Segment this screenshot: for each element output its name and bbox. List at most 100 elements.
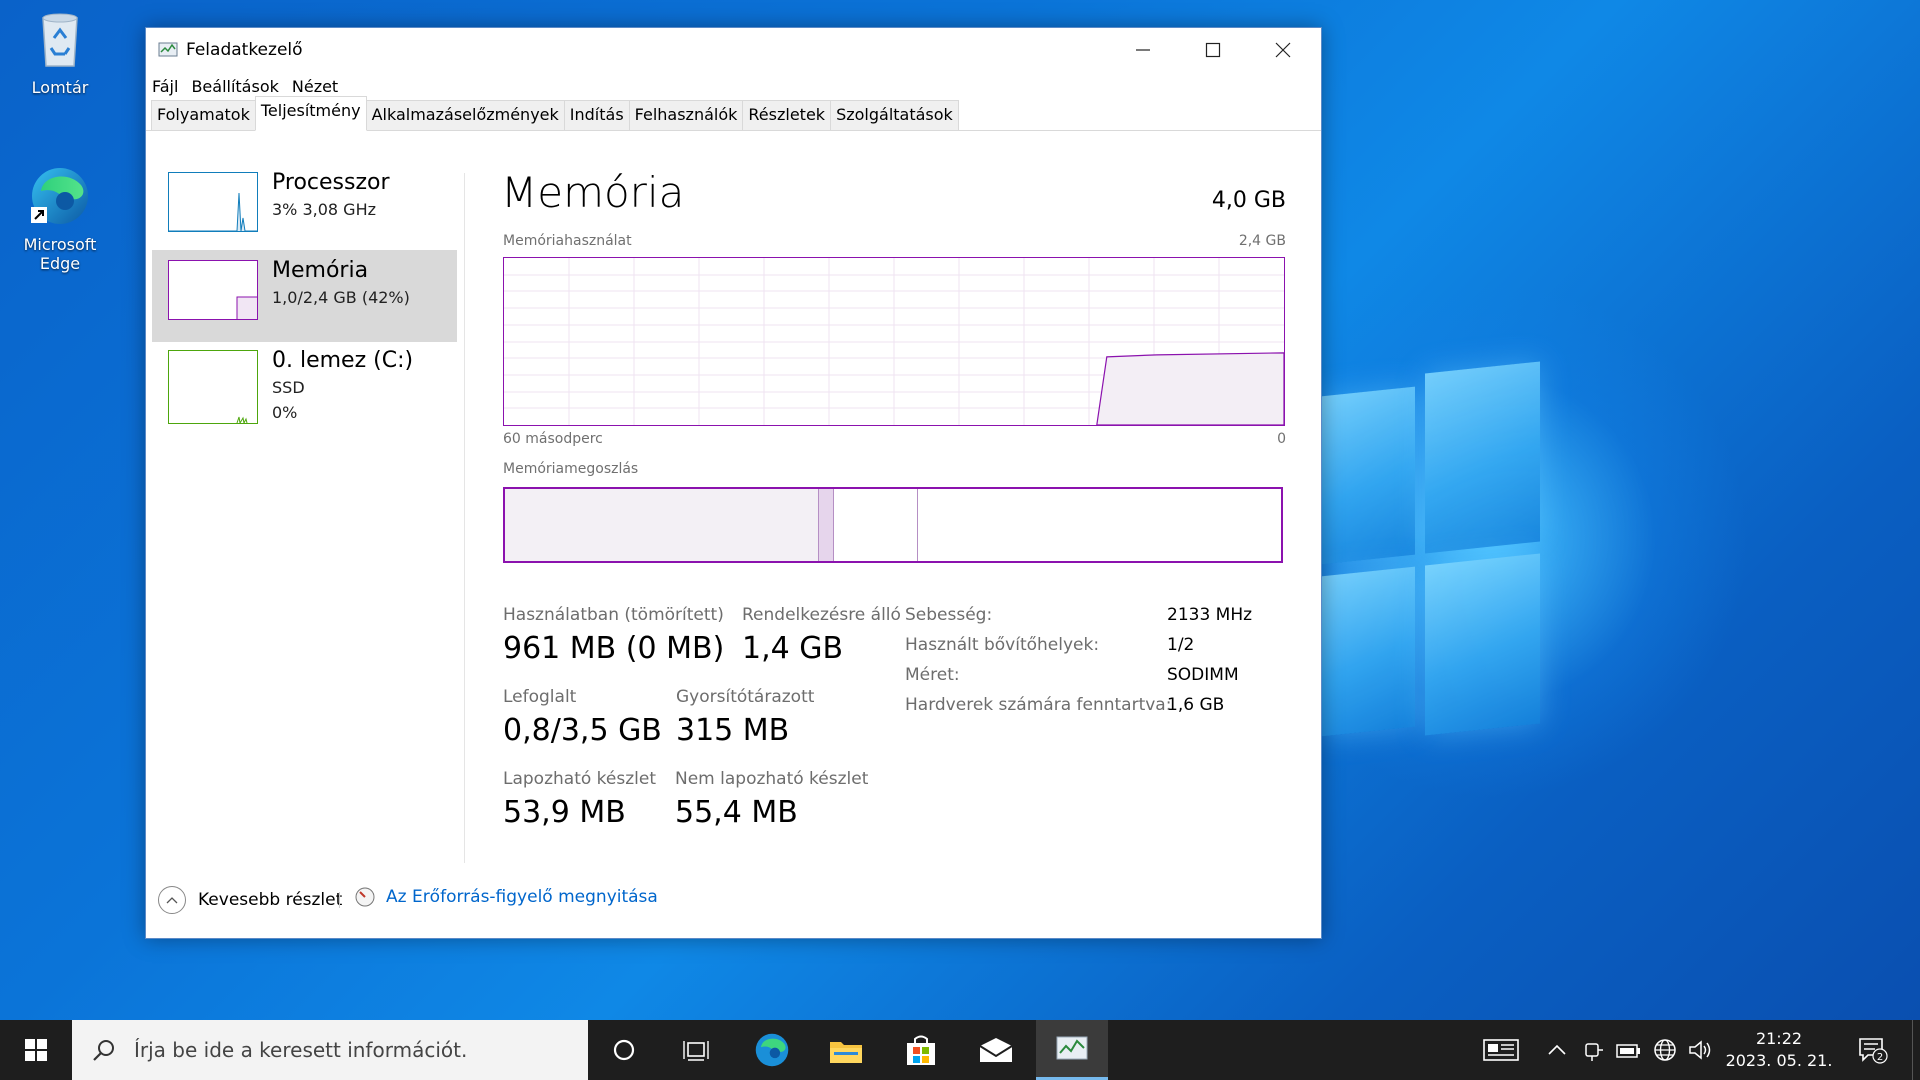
battery-button[interactable] [1612, 1020, 1646, 1080]
usage-graph-max: 2,4 GB [1238, 233, 1286, 249]
graph-time-right: 0 [1277, 431, 1286, 447]
paged-pool-label: Lapozható készlet [503, 769, 656, 789]
notification-icon: 2 [1859, 1038, 1888, 1064]
maximize-icon [1205, 42, 1221, 58]
footer-separator [339, 892, 340, 908]
slots-used-value: 1/2 [1167, 635, 1195, 655]
cortana-button[interactable] [588, 1020, 660, 1080]
resource-monitor-icon [355, 887, 375, 907]
menu-options[interactable]: Beállítások [191, 77, 278, 96]
in-use-value: 961 MB (0 MB) [503, 631, 725, 666]
composition-standby [834, 489, 918, 561]
disk-thumbnail-graph [168, 350, 258, 424]
search-icon [93, 1040, 114, 1061]
tray-device-button[interactable] [1576, 1020, 1610, 1080]
taskbar-file-explorer-button[interactable] [810, 1020, 882, 1080]
memory-title: Memória [501, 168, 685, 217]
menu-file[interactable]: Fájl [152, 77, 178, 96]
start-button[interactable] [0, 1020, 72, 1080]
fewer-details-button[interactable]: Kevesebb részlet [158, 886, 342, 914]
tab-services[interactable]: Szolgáltatások [830, 100, 959, 130]
taskbar-clock[interactable]: 21:22 2023. 05. 21. [1716, 1028, 1842, 1072]
resource-monitor-label: Az Erőforrás-figyelő megnyitása [386, 887, 658, 907]
composition-free [918, 489, 1281, 561]
taskbar-store-button[interactable] [885, 1020, 957, 1080]
close-icon [1275, 42, 1291, 58]
store-bag-icon [907, 1035, 935, 1065]
tab-processes[interactable]: Folyamatok [151, 100, 256, 130]
resource-usage-disk: 0% [272, 403, 298, 422]
window-footer: Kevesebb részlet Az Erőforrás-figyelő me… [146, 866, 1321, 938]
speaker-icon [1689, 1040, 1711, 1060]
available-label: Rendelkezésre álló [742, 605, 901, 625]
network-button[interactable] [1648, 1020, 1682, 1080]
task-view-button[interactable] [660, 1020, 732, 1080]
speed-label: Sebesség: [905, 605, 993, 625]
usage-graph-label: Memóriahasználat [503, 233, 632, 249]
windows-start-icon [25, 1039, 47, 1061]
volume-button[interactable] [1684, 1020, 1718, 1080]
memory-usage-graph [503, 257, 1285, 426]
resource-type-disk: SSD [272, 378, 305, 397]
device-icon [1585, 1043, 1603, 1061]
form-factor-value: SODIMM [1167, 665, 1239, 685]
recycle-bin-icon [42, 13, 78, 67]
taskbar-mail-button[interactable] [960, 1020, 1032, 1080]
desktop-icon-edge[interactable]: Microsoft Edge [15, 165, 105, 273]
task-manager-icon [1056, 1036, 1088, 1059]
panel-divider[interactable] [464, 173, 465, 863]
memory-composition-bar [503, 487, 1283, 563]
taskbar-task-manager-button[interactable] [1036, 1020, 1108, 1080]
committed-label: Lefoglalt [503, 687, 577, 707]
taskbar-search-box[interactable]: Írja be ide a keresett információt. [72, 1020, 588, 1080]
cached-value: 315 MB [676, 713, 790, 748]
committed-value: 0,8/3,5 GB [503, 713, 662, 748]
tab-users[interactable]: Felhasználók [628, 100, 744, 130]
news-widget-button[interactable] [1470, 1020, 1532, 1080]
cpu-thumbnail-graph [168, 172, 258, 232]
open-resource-monitor-link[interactable]: Az Erőforrás-figyelő megnyitása [354, 886, 658, 908]
composition-in-use [505, 489, 819, 561]
slots-used-label: Használt bővítőhelyek: [905, 635, 1100, 655]
folder-icon [830, 1042, 862, 1063]
resource-item-disk[interactable]: 0. lemez (C:) SSD 0% [152, 340, 457, 432]
task-view-icon [683, 1041, 709, 1061]
close-button[interactable] [1248, 28, 1318, 72]
tab-app-history[interactable]: Alkalmazáselőzmények [365, 100, 565, 130]
title-bar[interactable]: Feladatkezelő [146, 28, 1321, 72]
wallpaper-windows-logo [1320, 361, 1540, 746]
menu-view[interactable]: Nézet [292, 77, 338, 96]
action-center-button[interactable]: 2 [1848, 1020, 1898, 1080]
speed-value: 2133 MHz [1167, 605, 1253, 625]
tab-details[interactable]: Részletek [742, 100, 832, 130]
taskbar-edge-button[interactable] [736, 1020, 808, 1080]
resource-item-memory[interactable]: Memória 1,0/2,4 GB (42%) [152, 250, 457, 342]
show-hidden-icons-button[interactable] [1540, 1020, 1574, 1080]
clock-time: 21:22 [1755, 1029, 1803, 1048]
tab-startup[interactable]: Indítás [563, 100, 630, 130]
nonpaged-pool-label: Nem lapozható készlet [675, 769, 869, 789]
tab-bar: Folyamatok Teljesítmény Alkalmazáselőzmé… [146, 96, 1321, 131]
hardware-reserved-value: 1,6 GB [1167, 695, 1225, 715]
chevron-up-icon [158, 886, 186, 914]
window-title: Feladatkezelő [186, 40, 303, 60]
news-icon [1483, 1039, 1519, 1061]
composition-label: Memóriamegoszlás [503, 461, 639, 477]
resource-sub-memory: 1,0/2,4 GB (42%) [272, 288, 410, 307]
desktop-icon-recycle-bin[interactable]: Lomtár [15, 8, 105, 97]
resource-name-cpu: Processzor [272, 170, 390, 195]
resource-name-memory: Memória [272, 258, 369, 283]
notification-count: 2 [1877, 1052, 1883, 1063]
task-manager-icon [158, 42, 178, 57]
minimize-button[interactable] [1108, 28, 1178, 72]
cached-label: Gyorsítótárazott [676, 687, 815, 707]
show-desktop-button[interactable] [1912, 1020, 1920, 1080]
clock-date: 2023. 05. 21. [1725, 1051, 1833, 1070]
paged-pool-value: 53,9 MB [503, 795, 626, 830]
edge-icon [755, 1033, 789, 1067]
tab-performance[interactable]: Teljesítmény [254, 96, 367, 131]
nonpaged-pool-value: 55,4 MB [675, 795, 798, 830]
composition-modified [819, 489, 834, 561]
maximize-button[interactable] [1178, 28, 1248, 72]
resource-item-cpu[interactable]: Processzor 3% 3,08 GHz [152, 162, 457, 254]
